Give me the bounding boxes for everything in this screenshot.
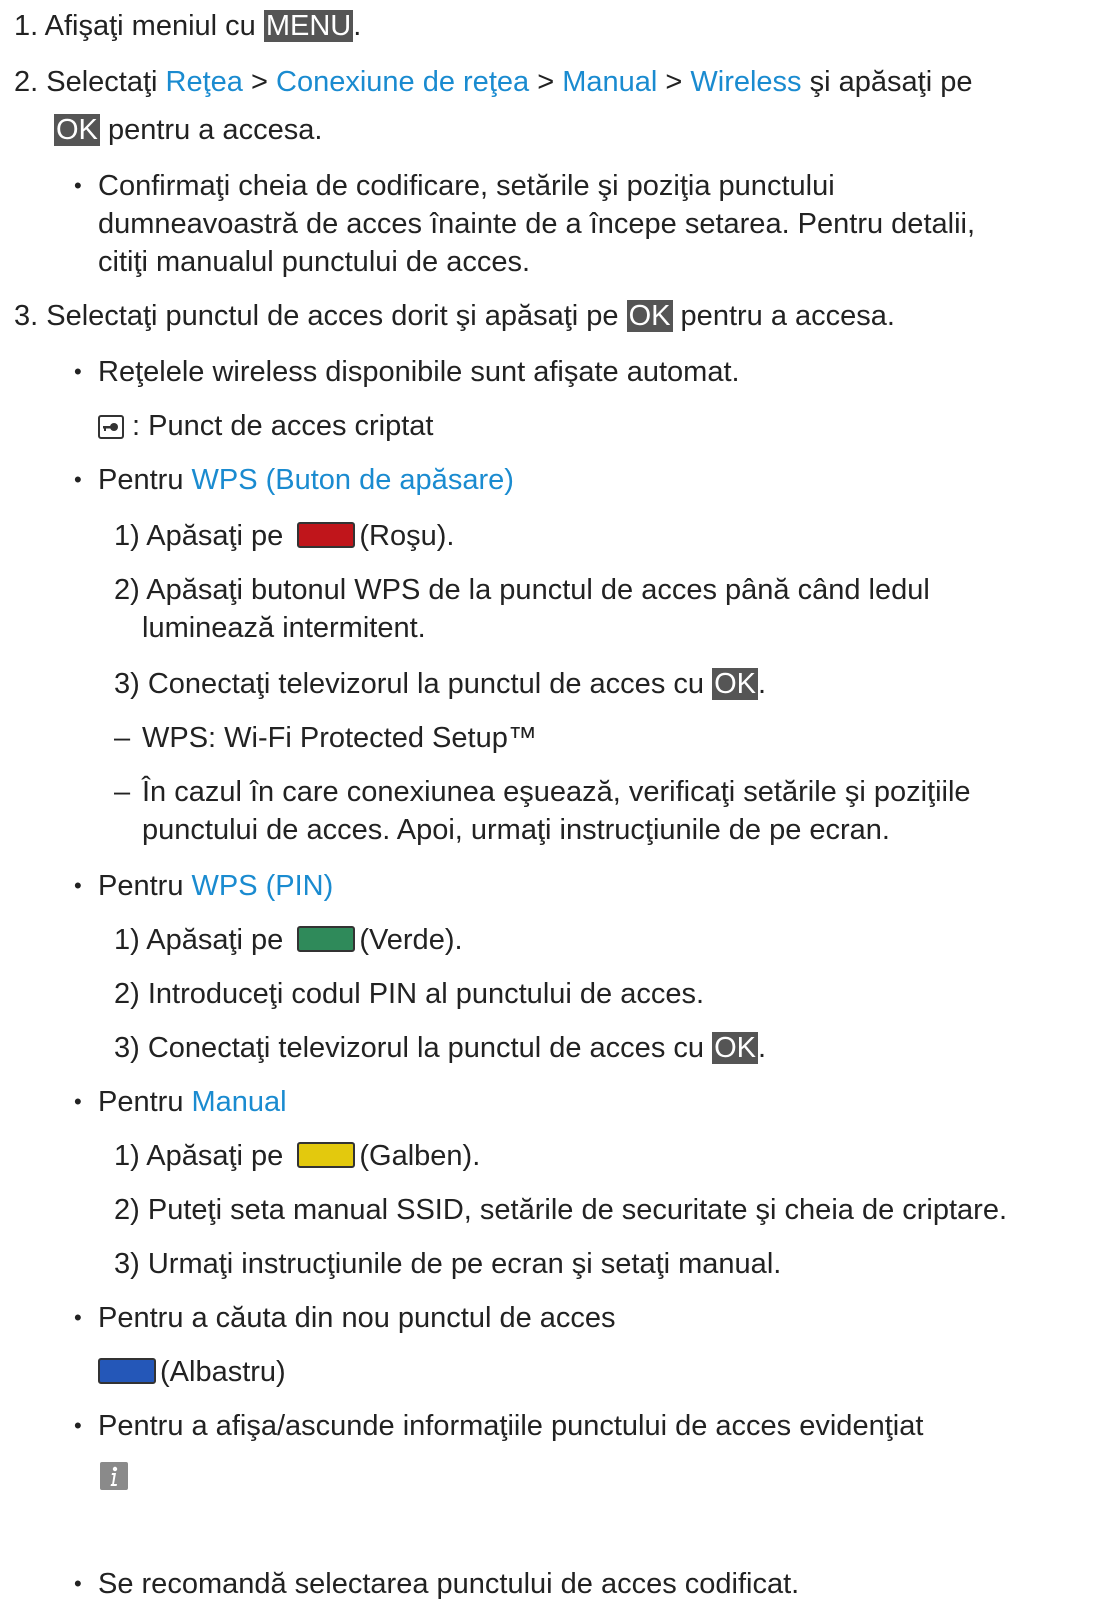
sub-text: .	[757, 1032, 767, 1064]
wps-button-step-1: 1) Apăsaţi pe (Roşu).	[114, 518, 454, 554]
sub-text: Apăsaţi pe	[146, 924, 292, 956]
path-sep: >	[657, 66, 691, 98]
sub-text: Apăsaţi pe	[146, 1140, 292, 1172]
step-3: 3. Selectaţi punctul de acces dorit şi a…	[14, 298, 895, 334]
link-wps-pin[interactable]: WPS (PIN)	[192, 870, 334, 902]
green-button-icon	[297, 926, 356, 952]
sub-text: .	[757, 668, 767, 700]
sub-number: 2)	[114, 1194, 140, 1226]
wps-pin-step-2: 2) Introduceţi codul PIN al punctului de…	[114, 976, 704, 1012]
step-number: 1.	[14, 10, 39, 42]
manual-step-3: 3) Urmaţi instrucţiunile de pe ecran şi …	[114, 1246, 781, 1282]
step-text: pentru a accesa.	[672, 300, 895, 332]
bullet: •	[74, 359, 82, 384]
dash: –	[114, 722, 131, 754]
recommend-note: Se recomandă selectarea punctului de acc…	[98, 1568, 800, 1600]
yellow-button-icon	[297, 1142, 356, 1168]
heading-pre: Pentru	[98, 870, 192, 902]
manual-heading: Pentru Manual	[98, 1084, 287, 1120]
sub-number: 3)	[114, 1248, 140, 1280]
dash: –	[114, 776, 131, 808]
sub-text: (Roşu).	[359, 520, 455, 552]
note-line: Confirmaţi cheia de codificare, setările…	[98, 170, 835, 202]
step-2: 2. Selectaţi Reţea > Conexiune de reţea …	[14, 64, 972, 100]
bullet: •	[74, 173, 82, 198]
blue-label: (Albastru)	[160, 1356, 286, 1388]
path-sep: >	[529, 66, 563, 98]
bullet: •	[74, 467, 82, 492]
bullet: •	[74, 873, 82, 898]
sub-number: 2)	[114, 574, 140, 606]
ok-key: OK	[626, 300, 673, 332]
sub-text: Apăsaţi pe	[146, 520, 292, 552]
ok-key: OK	[54, 114, 100, 146]
sub-number: 2)	[114, 978, 140, 1010]
manual-step-1: 1) Apăsaţi pe (Galben).	[114, 1138, 480, 1174]
sub-text: Conectaţi televizorul la punctul de acce…	[147, 668, 713, 700]
manual-step-2: 2) Puteţi seta manual SSID, setările de …	[114, 1192, 1007, 1228]
wps-button-heading: Pentru WPS (Buton de apăsare)	[98, 462, 514, 498]
sub-number: 1)	[114, 520, 140, 552]
wps-button-step-3: 3) Conectaţi televizorul la punctul de a…	[114, 666, 766, 702]
link-retea[interactable]: Reţea	[166, 66, 243, 98]
ok-key: OK	[712, 1032, 758, 1064]
path-sep: >	[242, 66, 276, 98]
step-text: Afişaţi meniul cu	[44, 10, 264, 42]
sub-text: Introduceţi codul PIN al punctului de ac…	[147, 978, 705, 1010]
blue-button-icon	[98, 1358, 156, 1384]
sub-number: 1)	[114, 1140, 140, 1172]
sub-number: 3)	[114, 1032, 140, 1064]
step-text: Selectaţi	[46, 66, 166, 98]
link-manual-setup[interactable]: Manual	[192, 1086, 287, 1118]
heading-pre: Pentru	[98, 464, 192, 496]
note-line: citiţi manualul punctului de acces.	[98, 246, 531, 278]
step-number: 2.	[14, 66, 39, 98]
link-wireless[interactable]: Wireless	[690, 66, 801, 98]
step-1: 1. Afişaţi meniul cu MENU.	[14, 8, 361, 44]
menu-key: MENU	[263, 10, 354, 42]
step-text: Selectaţi punctul de acces dorit şi apăs…	[46, 300, 627, 332]
bullet: •	[74, 1413, 82, 1438]
search-key-line: (Albastru)	[92, 1354, 286, 1390]
info-icon	[100, 1462, 128, 1490]
sub-text: Conectaţi televizorul la punctul de acce…	[147, 1032, 713, 1064]
step-2-cont: OK pentru a accesa.	[54, 112, 322, 148]
wps-button-step-2: 2) Apăsaţi butonul WPS de la punctul de …	[114, 572, 930, 608]
sub-text: Puteţi seta manual SSID, setările de sec…	[147, 1194, 1008, 1226]
info-note: Pentru a afişa/ascunde informaţiile punc…	[98, 1410, 924, 1442]
search-note: Pentru a căuta din nou punctul de acces	[98, 1302, 616, 1334]
fail-note: În cazul în care conexiunea eşuează, ver…	[142, 776, 971, 808]
wps-note: WPS: Wi-Fi Protected Setup™	[142, 722, 537, 754]
lock-note-text: : Punct de acces criptat	[124, 410, 434, 442]
auto-note: Reţelele wireless disponibile sunt afişa…	[98, 356, 740, 388]
bullet: •	[74, 1089, 82, 1114]
wps-pin-step-1: 1) Apăsaţi pe (Verde).	[114, 922, 463, 958]
ok-key: OK	[712, 668, 758, 700]
bullet: •	[74, 1571, 82, 1596]
sub-text: Urmaţi instrucţiunile de pe ecran şi set…	[147, 1248, 782, 1280]
note-line: dumneavoastră de acces înainte de a înce…	[98, 208, 976, 240]
lock-icon	[98, 412, 124, 439]
sub-number: 1)	[114, 924, 140, 956]
red-button-icon	[297, 522, 356, 548]
heading-pre: Pentru	[98, 1086, 192, 1118]
bullet: •	[74, 1305, 82, 1330]
fail-note-cont: punctului de acces. Apoi, urmaţi instruc…	[142, 814, 890, 846]
lock-note: : Punct de acces criptat	[98, 408, 433, 444]
sub-text: Apăsaţi butonul WPS de la punctul de acc…	[146, 574, 930, 606]
step-text-end: .	[353, 10, 362, 42]
wps-pin-step-3: 3) Conectaţi televizorul la punctul de a…	[114, 1030, 766, 1066]
wps-pin-heading: Pentru WPS (PIN)	[98, 868, 333, 904]
sub-text: (Verde).	[359, 924, 463, 956]
link-manual[interactable]: Manual	[562, 66, 657, 98]
sub-text: (Galben).	[359, 1140, 481, 1172]
step-number: 3.	[14, 300, 39, 332]
link-wps-button[interactable]: WPS (Buton de apăsare)	[192, 464, 514, 496]
link-conexiune[interactable]: Conexiune de reţea	[276, 66, 529, 98]
step-text: şi apăsaţi pe	[801, 66, 973, 98]
step-text: pentru a accesa.	[99, 114, 323, 146]
sub-number: 3)	[114, 668, 140, 700]
wps-button-step-2-cont: luminează intermitent.	[142, 612, 426, 644]
